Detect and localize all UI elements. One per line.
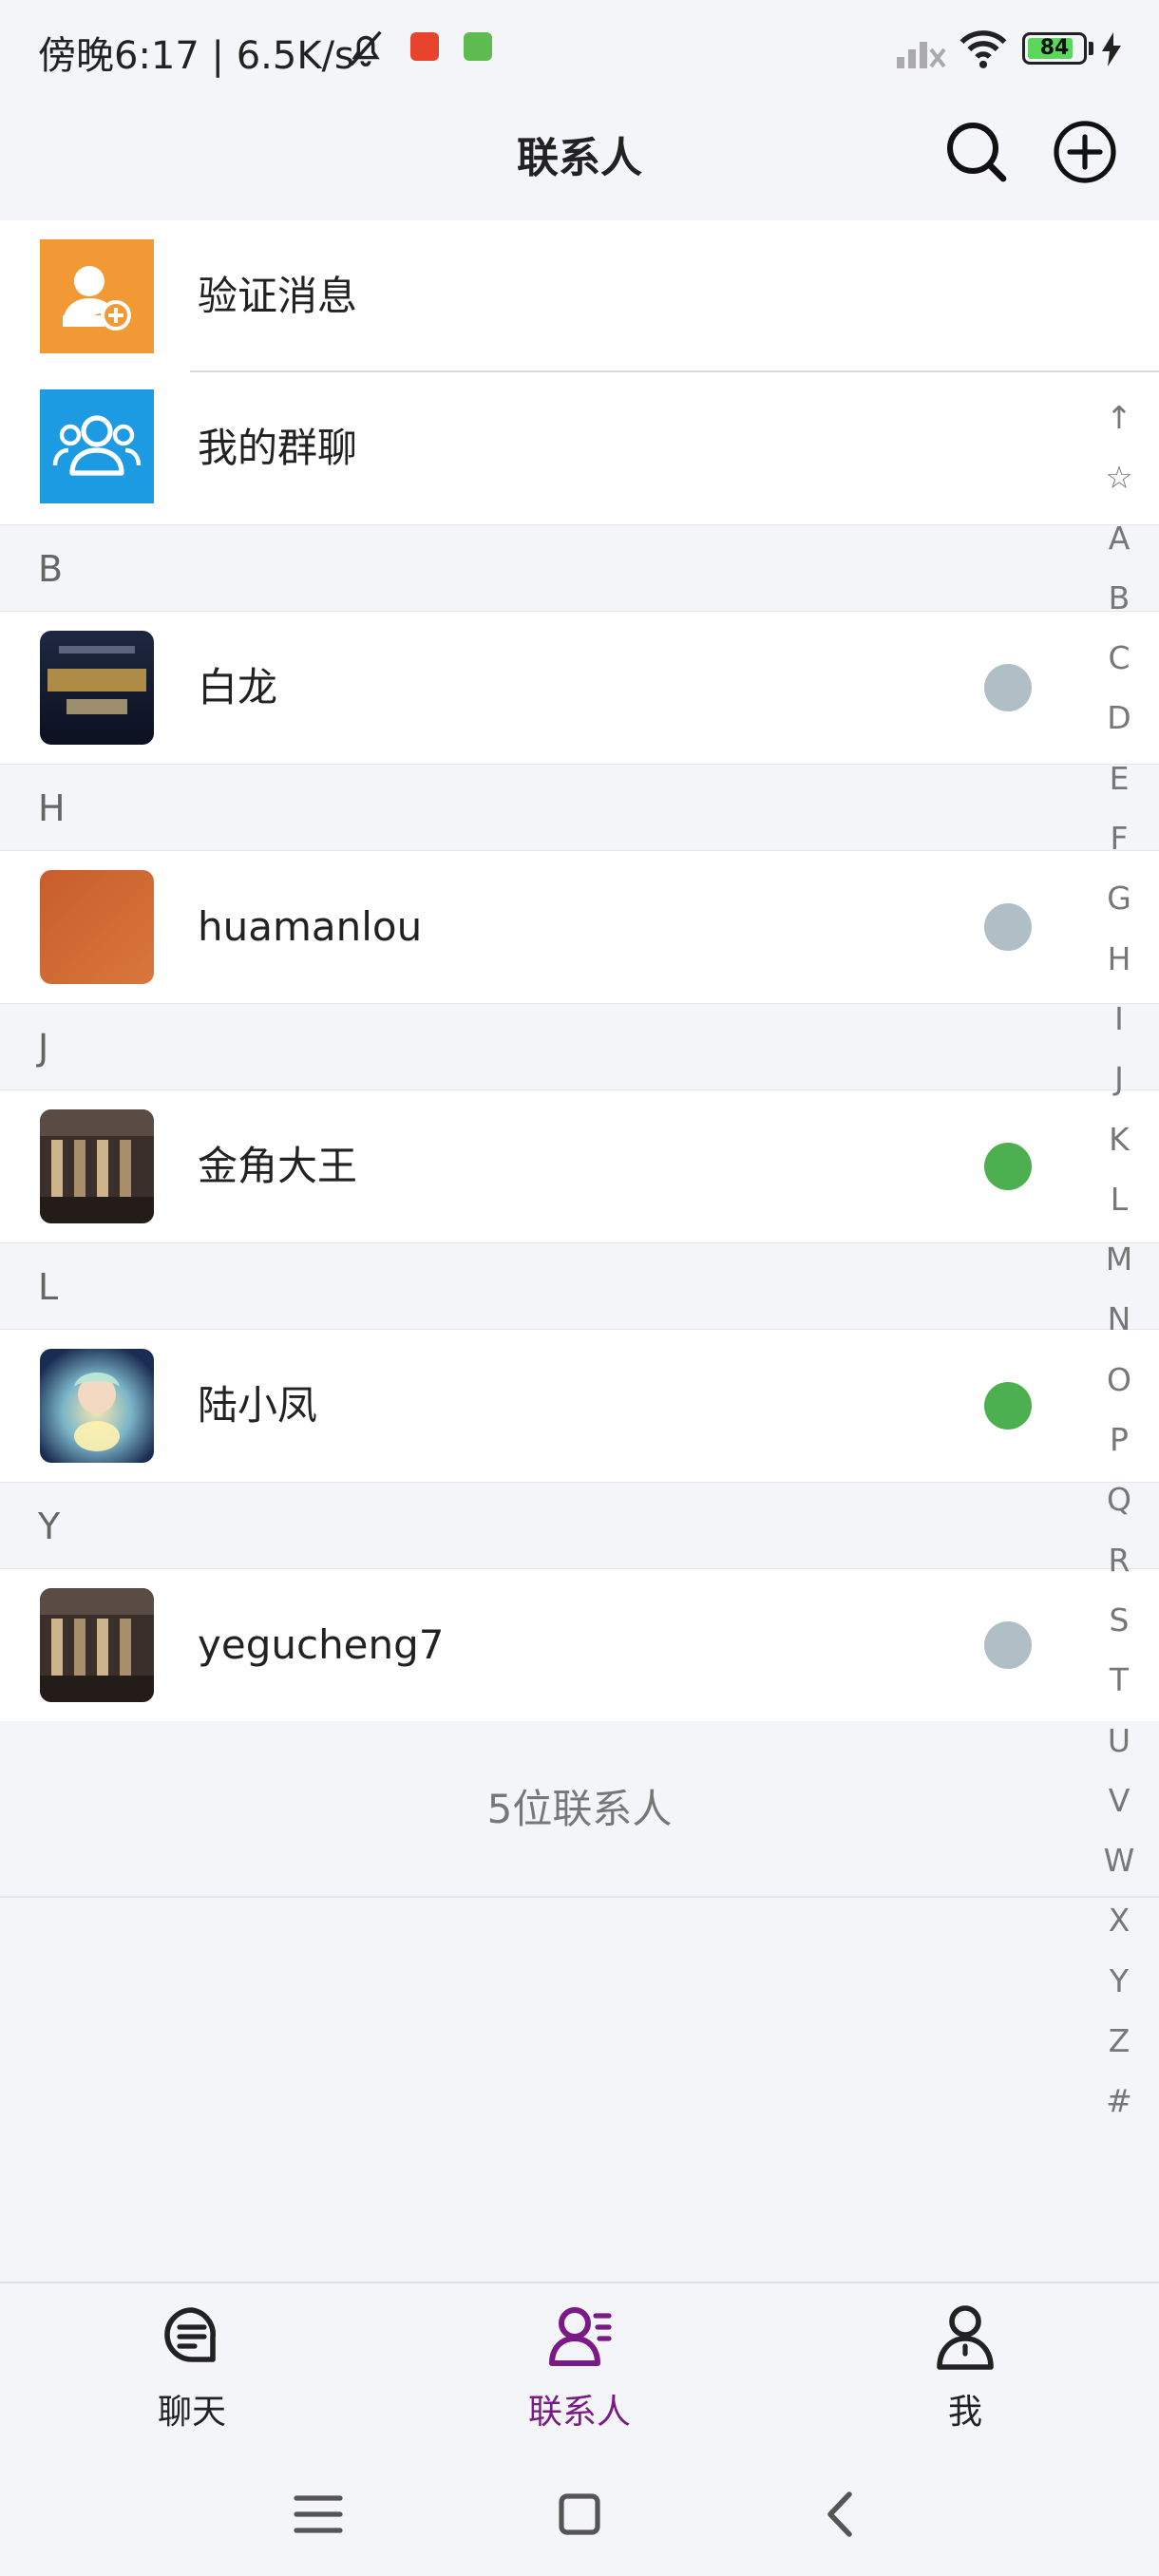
battery-tip [1089,42,1093,55]
index-letter[interactable]: T [1092,1650,1146,1710]
index-letter[interactable]: J [1092,1049,1146,1108]
index-letter[interactable]: V [1092,1771,1146,1830]
offline-status-dot [984,1621,1032,1669]
back-button[interactable] [808,2481,874,2548]
back-arrow-icon [827,2491,852,2537]
person-icon [937,2305,994,2370]
verify-messages-item[interactable]: 验证消息 [0,220,1159,372]
online-status-dot [984,1143,1032,1190]
add-circle-icon [1054,121,1116,183]
building-avatar [40,1109,154,1223]
index-letter[interactable]: F [1092,808,1146,868]
status-bar: 傍晚6:17 | 6.5K/s 84 [0,0,1159,95]
contact-count: 5位联系人 [486,1786,673,1832]
home-button[interactable] [546,2481,613,2548]
index-letter[interactable]: O [1092,1350,1146,1410]
search-button[interactable] [939,114,1015,190]
charging-icon [1102,32,1121,66]
group-icon [40,389,154,503]
my-groups-item[interactable]: 我的群聊 [0,372,1159,524]
index-letter[interactable]: X [1092,1890,1146,1950]
contacts-icon [549,2307,612,2366]
group-tile [40,389,154,503]
signal-icon [897,42,946,68]
contact-name: 白龙 [198,664,278,710]
cat-app-icon [464,32,492,61]
index-letter[interactable]: I [1092,989,1146,1049]
index-letter[interactable]: K [1092,1109,1146,1169]
search-icon [947,123,1007,182]
index-letter[interactable]: M [1092,1229,1146,1289]
index-letter[interactable]: G [1092,868,1146,928]
index-letter[interactable]: D [1092,688,1146,748]
index-letter[interactable]: R [1092,1530,1146,1590]
contact-name: 陆小凤 [198,1382,318,1429]
index-letter[interactable]: U [1092,1711,1146,1771]
index-letter[interactable]: L [1092,1169,1146,1229]
contact-name: yegucheng7 [198,1621,445,1668]
section-header-b: B [0,524,1159,612]
contact-list: 验证消息 我的群聊 B 白龙 H huamanlou J 金角大王 L 陆小凤 … [0,220,1159,1898]
add-user-tile [40,239,154,353]
menu-icon [294,2495,343,2533]
index-letter[interactable]: ☆ [1092,447,1146,507]
tab-me-label: 我 [947,2393,982,2432]
offline-status-dot [984,903,1032,951]
menu-button[interactable] [285,2481,352,2548]
warcraft-avatar [40,631,154,745]
index-letter[interactable]: Q [1092,1469,1146,1529]
index-letter[interactable]: A [1092,508,1146,568]
bottom-navigation: 聊天 联系人 我 [0,2282,1159,2453]
app-header: 联系人 [0,95,1159,220]
contact-row[interactable]: 白龙 [0,612,1159,764]
index-letter[interactable]: S [1092,1590,1146,1650]
index-letter[interactable]: C [1092,628,1146,688]
mute-bell-icon [350,30,382,66]
contact-row[interactable]: 陆小凤 [0,1330,1159,1482]
online-status-dot [984,1382,1032,1430]
status-time-speed: 傍晚6:17 | 6.5K/s [38,34,354,78]
alphabet-index[interactable]: ↑ ☆ A B C D E F G H I J K L M N O P Q R S T U V W X Y Z # [1092,388,1146,2131]
contact-row[interactable]: huamanlou [0,851,1159,1003]
chat-icon [164,2307,216,2362]
battery-level: 84 [1039,36,1070,60]
system-navigation-bar [0,2453,1159,2576]
fairy-avatar [40,1349,154,1463]
verify-messages-label: 验证消息 [198,273,358,319]
tab-chat-label: 聊天 [157,2393,226,2432]
contact-name: 金角大王 [198,1143,358,1189]
orange-avatar [40,870,154,984]
my-groups-label: 我的群聊 [198,425,358,471]
building-avatar [40,1588,154,1702]
contact-name: huamanlou [198,903,423,950]
taobao-app-icon [410,32,439,61]
tab-me[interactable]: 我 [861,2283,1070,2454]
add-button[interactable] [1047,114,1123,190]
index-letter[interactable]: ↑ [1092,388,1146,447]
section-header-y: Y [0,1482,1159,1569]
contact-count-footer: 5位联系人 [0,1721,1159,1898]
index-letter[interactable]: H [1092,929,1146,989]
home-square-icon [559,2493,600,2535]
battery-indicator: 84 [1022,32,1087,65]
index-letter[interactable]: N [1092,1289,1146,1349]
section-header-j: J [0,1003,1159,1090]
add-user-icon [40,239,154,353]
index-letter[interactable]: B [1092,568,1146,628]
section-header-l: L [0,1242,1159,1330]
index-letter[interactable]: Y [1092,1951,1146,2011]
contact-row[interactable]: 金角大王 [0,1090,1159,1242]
tab-contacts-label: 联系人 [527,2393,631,2432]
index-letter[interactable]: P [1092,1410,1146,1469]
index-letter[interactable]: Z [1092,2011,1146,2071]
section-header-h: H [0,764,1159,851]
wifi-icon [960,30,1007,68]
tab-contacts[interactable]: 联系人 [475,2283,684,2454]
contact-row[interactable]: yegucheng7 [0,1569,1159,1721]
index-letter[interactable]: # [1092,2071,1146,2131]
tab-chat[interactable]: 聊天 [87,2283,296,2454]
offline-status-dot [984,664,1032,711]
index-letter[interactable]: W [1092,1830,1146,1890]
index-letter[interactable]: E [1092,748,1146,808]
